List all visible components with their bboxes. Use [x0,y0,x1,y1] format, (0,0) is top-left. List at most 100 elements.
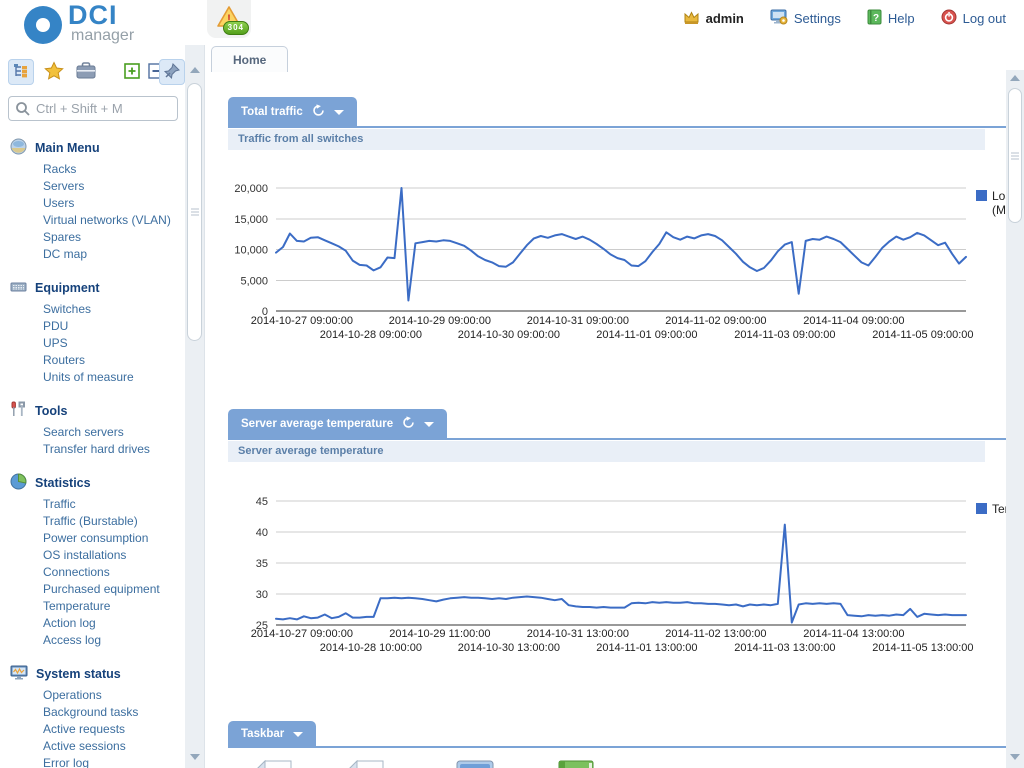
sidebar-item-virtual-networks-vlan[interactable]: Virtual networks (VLAN) [10,212,185,229]
svg-text:?: ? [873,13,879,24]
sidebar-section-statistics: Statistics TrafficTraffic (Burstable)Powe… [10,474,185,649]
sidebar-section-header-main-menu[interactable]: Main Menu [10,139,185,157]
expand-plus-icon [124,63,140,82]
content-scrollbar[interactable] [1006,70,1024,768]
sidebar-item-users[interactable]: Users [10,195,185,212]
sidebar-item-power-consumption[interactable]: Power consumption [10,530,185,547]
sidebar-item-routers[interactable]: Routers [10,352,185,369]
sidebar-item-background-tasks[interactable]: Background tasks [10,704,185,721]
svg-text:30: 30 [256,589,268,601]
favorites-star-icon [44,61,64,83]
chevron-down-icon[interactable] [424,422,434,427]
sidebar-item-access-log[interactable]: Access log [10,632,185,649]
widget-temperature-tab[interactable]: Server average temperature [228,409,447,438]
settings-button[interactable]: Settings [770,9,841,28]
scroll-down-arrow-icon[interactable] [190,754,200,760]
help-button[interactable]: ? Help [867,9,915,28]
sidebar-item-traffic[interactable]: Traffic [10,496,185,513]
sidebar-section-header-statistics[interactable]: Statistics [10,474,185,492]
sidebar-section-items: SwitchesPDUUPSRoutersUnits of measure [10,301,185,386]
chevron-down-icon[interactable] [293,732,303,737]
svg-text:2014-10-29 11:00:00: 2014-10-29 11:00:00 [389,628,490,640]
sidebar-item-pdu[interactable]: PDU [10,318,185,335]
scroll-up-arrow-icon[interactable] [190,67,200,73]
svg-text:2014-11-04 13:00:00: 2014-11-04 13:00:00 [803,628,904,640]
toolbar-button-pin[interactable] [159,59,185,85]
power-icon [941,9,957,28]
svg-text:2014-11-05 09:00:00: 2014-11-05 09:00:00 [872,329,973,341]
document-icon[interactable] [255,760,292,768]
sidebar-item-servers[interactable]: Servers [10,178,185,195]
widget-title: Taskbar [241,728,284,740]
user-menu[interactable]: admin [683,10,744,28]
search-input[interactable] [8,96,178,121]
content-scrollbar-thumb[interactable] [1008,88,1022,223]
sidebar-item-connections[interactable]: Connections [10,564,185,581]
settings-panel-icon[interactable] [456,760,494,768]
sidebar-item-racks[interactable]: Racks [10,161,185,178]
toolbar-button-briefcase[interactable] [73,59,99,85]
svg-text:35: 35 [256,558,268,570]
sidebar-item-spares[interactable]: Spares [10,229,185,246]
document-icon[interactable] [347,760,384,768]
app-logo: DCI manager [24,3,174,45]
logout-button[interactable]: Log out [941,9,1006,28]
sidebar-section-equipment: Equipment SwitchesPDUUPSRoutersUnits of m… [10,279,185,386]
keyboard-icon [10,278,27,298]
chevron-down-icon[interactable] [334,110,344,115]
book-icon[interactable] [558,760,594,768]
svg-text:2014-10-28 09:00:00: 2014-10-28 09:00:00 [320,329,422,341]
sidebar-item-purchased-equipment[interactable]: Purchased equipment [10,581,185,598]
svg-text:2014-10-27 09:00:00: 2014-10-27 09:00:00 [251,315,353,327]
sidebar-item-active-requests[interactable]: Active requests [10,721,185,738]
svg-text:5,000: 5,000 [240,275,268,287]
sidebar-section-header-equipment[interactable]: Equipment [10,279,185,297]
refresh-icon[interactable] [402,416,415,432]
sidebar: Main Menu RacksServersUsersVirtual networ… [0,45,185,768]
tab-home[interactable]: Home [211,46,288,74]
svg-text:2014-10-30 13:00:00: 2014-10-30 13:00:00 [458,642,560,654]
warning-notifications-button[interactable]: ! 304 [207,0,251,38]
sidebar-item-error-log[interactable]: Error log [10,755,185,768]
crown-icon [683,10,700,28]
sidebar-item-transfer-hard-drives[interactable]: Transfer hard drives [10,441,185,458]
sidebar-section-header-tools[interactable]: Tools [10,402,185,420]
sidebar-item-operations[interactable]: Operations [10,687,185,704]
sidebar-item-temperature[interactable]: Temperature [10,598,185,615]
sidebar-section-items: RacksServersUsersVirtual networks (VLAN)… [10,161,185,263]
toolbar-button-favorites-star[interactable] [41,59,67,85]
toolbar-button-expand-plus[interactable] [119,59,145,85]
svg-text:2014-11-02 13:00:00: 2014-11-02 13:00:00 [665,628,766,640]
sidebar-toolbar [8,59,180,87]
sidebar-item-search-servers[interactable]: Search servers [10,424,185,441]
sidebar-item-os-installations[interactable]: OS installations [10,547,185,564]
svg-text:2014-10-31 09:00:00: 2014-10-31 09:00:00 [527,315,629,327]
widget-taskbar-tab[interactable]: Taskbar [228,721,316,746]
scrollbar-grip-icon [1011,152,1019,159]
svg-text:(Mb: (Mb [992,203,1006,217]
scroll-up-arrow-icon[interactable] [1010,75,1020,81]
widget-taskbar: Taskbar [228,721,1006,768]
sidebar-item-switches[interactable]: Switches [10,301,185,318]
main-content: Home Total traffic Traffic from all swit… [206,45,1006,768]
svg-text:2014-11-03 09:00:00: 2014-11-03 09:00:00 [734,329,835,341]
widget-divider [228,126,1006,128]
sidebar-item-ups[interactable]: UPS [10,335,185,352]
sidebar-section-header-system-status[interactable]: System status [10,665,185,683]
refresh-icon[interactable] [312,104,325,120]
sidebar-scrollbar[interactable] [185,45,205,768]
tools-icon [10,401,27,421]
widget-total-traffic-tab[interactable]: Total traffic [228,97,357,126]
scroll-down-arrow-icon[interactable] [1010,754,1020,760]
widget-divider [228,746,1006,748]
toolbar-button-tree-view[interactable] [8,59,34,85]
sidebar-item-units-of-measure[interactable]: Units of measure [10,369,185,386]
sidebar-scrollbar-thumb[interactable] [187,83,202,341]
sidebar-item-action-log[interactable]: Action log [10,615,185,632]
sidebar-item-traffic-burstable[interactable]: Traffic (Burstable) [10,513,185,530]
sidebar-item-dc-map[interactable]: DC map [10,246,185,263]
svg-text:2014-11-04 09:00:00: 2014-11-04 09:00:00 [803,315,904,327]
taskbar-icons [228,760,1006,768]
svg-text:10,000: 10,000 [234,245,268,257]
sidebar-item-active-sessions[interactable]: Active sessions [10,738,185,755]
